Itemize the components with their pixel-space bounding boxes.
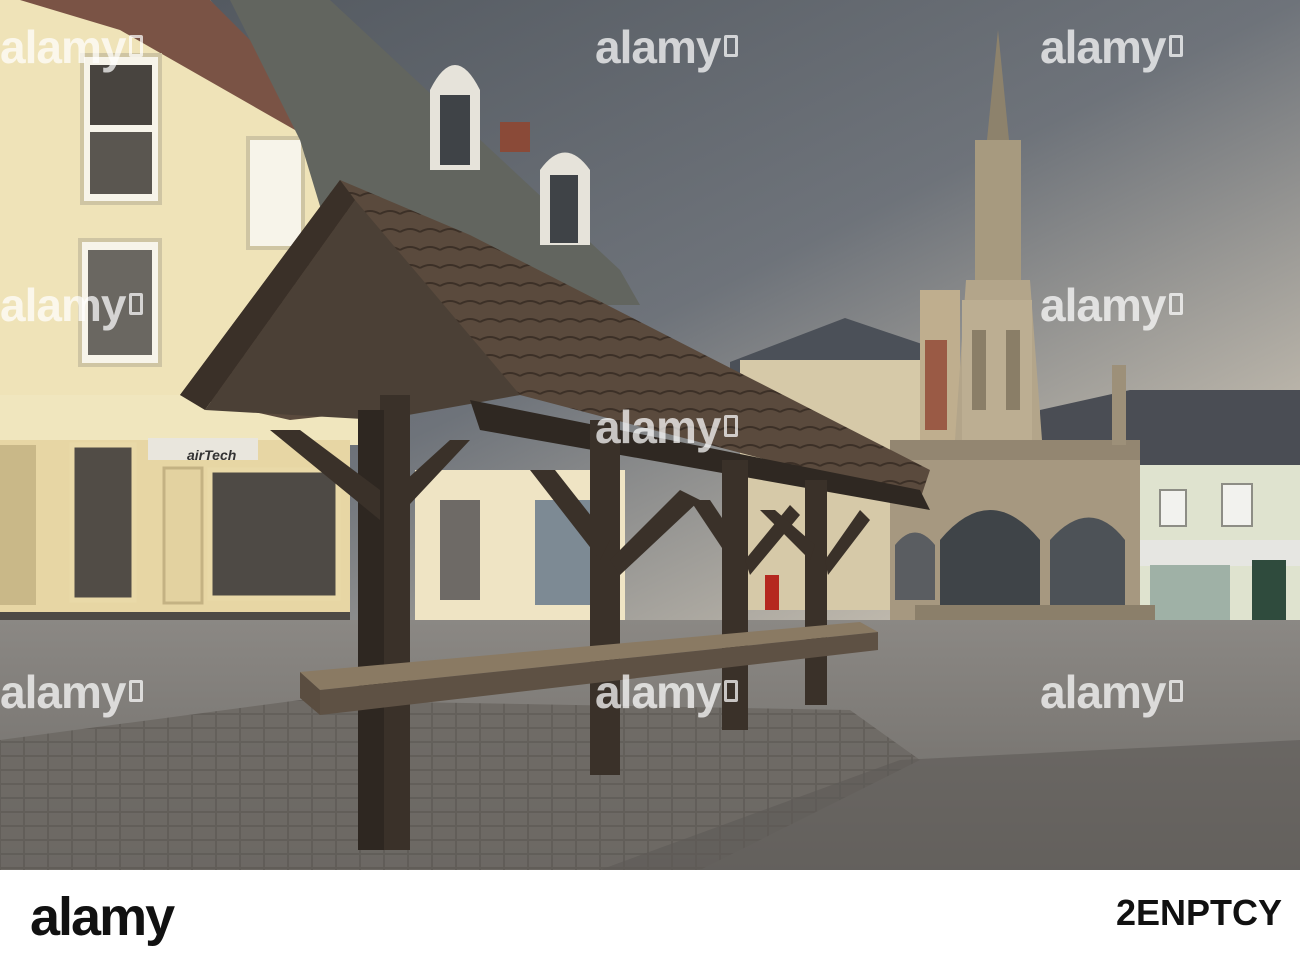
watermark: alamy xyxy=(0,665,144,719)
watermark: alamy xyxy=(1040,665,1184,719)
watermark: alamy xyxy=(595,20,739,74)
watermark: alamy xyxy=(1040,20,1184,74)
brand-logo: alamy xyxy=(30,887,175,947)
watermark: alamy xyxy=(0,20,144,74)
market-square-photo: airTech alamy alamy alamy alamy alamy al… xyxy=(0,0,1300,870)
watermark: alamy xyxy=(595,665,739,719)
watermark: alamy xyxy=(0,278,144,332)
image-id: 2ENPTCY xyxy=(1115,892,1282,933)
shop-sign-text: airTech xyxy=(187,447,236,463)
footer-bar: alamy 2ENPTCY xyxy=(0,870,1300,956)
watermark: alamy xyxy=(595,400,739,454)
watermark: alamy xyxy=(1040,278,1184,332)
